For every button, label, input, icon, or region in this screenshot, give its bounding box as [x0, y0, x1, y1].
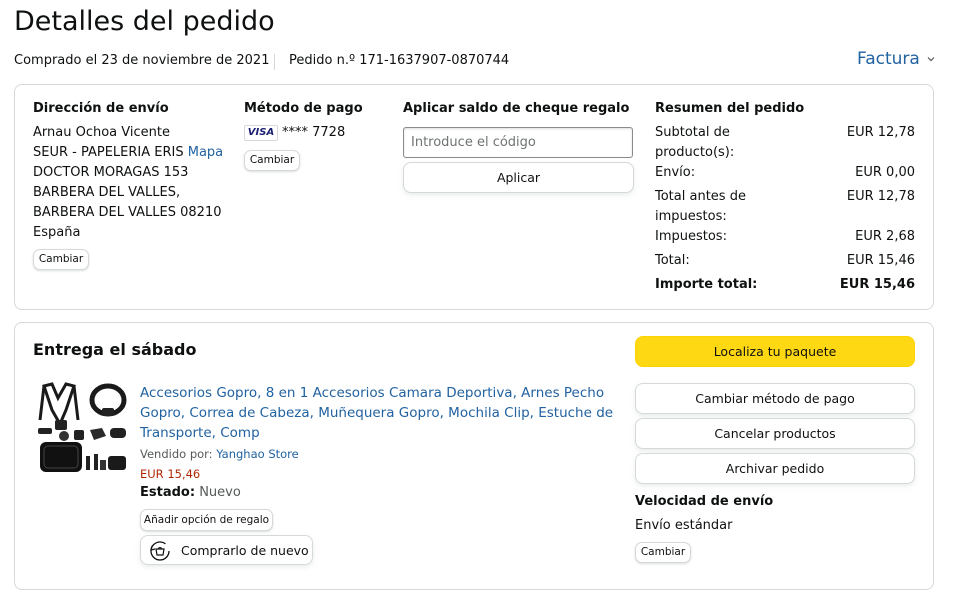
product-title-line3[interactable]: Transporte, Comp — [140, 423, 260, 443]
apply-gift-card-button[interactable]: Aplicar — [403, 162, 634, 193]
shipping-speed-heading: Velocidad de envío — [635, 494, 774, 509]
condition: Estado: Nuevo — [140, 483, 241, 503]
visa-icon: VISA — [244, 125, 278, 141]
page-title: Detalles del pedido — [14, 6, 275, 37]
buy-again-icon — [150, 541, 170, 561]
product-title-line2[interactable]: Gopro, Correa de Cabeza, Muñequera Gopro… — [140, 403, 613, 423]
gift-card-code-input[interactable] — [403, 127, 633, 158]
sold-by: Vendido por: Yanghao Store — [140, 444, 299, 464]
shipping-speed-value: Envío estándar — [635, 518, 733, 533]
shipping-country: España — [33, 225, 81, 240]
shipping-cost-value: EUR 0,00 — [855, 165, 915, 180]
gift-card-heading: Aplicar saldo de cheque regalo — [403, 101, 630, 116]
grand-total-value: EUR 15,46 — [839, 277, 915, 292]
divider — [274, 54, 275, 70]
subtotal-label: Subtotal de — [655, 125, 730, 140]
condition-label: Estado: — [140, 485, 196, 500]
add-gift-option-button[interactable]: Añadir opción de regalo — [140, 509, 273, 531]
payment-heading: Método de pago — [244, 101, 363, 116]
chevron-down-icon[interactable] — [927, 55, 935, 63]
total-label: Total: — [655, 253, 690, 268]
subtotal-label-cont: producto(s): — [655, 145, 735, 160]
change-shipping-speed-button[interactable]: Cambiar — [635, 542, 691, 563]
purchase-date: Comprado el 23 de noviembre de 2021 — [14, 53, 270, 68]
subtotal-value: EUR 12,78 — [846, 125, 915, 140]
grand-total-label: Importe total: — [655, 277, 758, 292]
change-address-button[interactable]: Cambiar — [33, 249, 89, 270]
tax-label: Impuestos: — [655, 229, 727, 244]
product-price: EUR 15,46 — [140, 467, 201, 481]
shipping-cost-label: Envío: — [655, 165, 696, 180]
shipping-line3: BARBERA DEL VALLES, — [33, 185, 181, 200]
pretax-label-cont: impuestos: — [655, 209, 727, 224]
change-payment-button[interactable]: Cambiar — [244, 150, 300, 171]
track-package-button[interactable]: Localiza tu paquete — [635, 336, 915, 367]
condition-value: Nuevo — [199, 485, 241, 500]
cancel-items-button[interactable]: Cancelar productos — [635, 418, 915, 449]
tax-value: EUR 2,68 — [855, 229, 915, 244]
product-title-line1[interactable]: Accesorios Gopro, 8 en 1 Accesorios Cama… — [140, 383, 604, 403]
map-link[interactable]: Mapa — [188, 145, 223, 160]
shipping-line1: SEUR - PAPELERIA ERIS Mapa — [33, 143, 223, 163]
invoice-dropdown[interactable]: Factura — [857, 49, 920, 69]
sold-by-label: Vendido por: — [140, 447, 213, 461]
shipping-name: Arnau Ochoa Vicente — [33, 125, 170, 140]
pretax-label: Total antes de — [655, 189, 746, 204]
delivery-heading: Entrega el sábado — [33, 340, 197, 359]
buy-again-label: Comprarlo de nuevo — [181, 543, 309, 558]
card-number: **** 7728 — [282, 125, 346, 140]
buy-again-button[interactable]: Comprarlo de nuevo — [140, 535, 313, 565]
shipping-line1-text: SEUR - PAPELERIA ERIS — [33, 145, 184, 160]
shipping-line4: BARBERA DEL VALLES 08210 — [33, 205, 222, 220]
archive-order-button[interactable]: Archivar pedido — [635, 453, 915, 484]
order-number: Pedido n.º 171-1637907-0870744 — [289, 53, 510, 68]
shipping-heading: Dirección de envío — [33, 101, 169, 116]
shipping-line2: DOCTOR MORAGAS 153 — [33, 165, 189, 180]
change-payment-method-button[interactable]: Cambiar método de pago — [635, 383, 915, 414]
pretax-value: EUR 12,78 — [846, 189, 915, 204]
seller-link[interactable]: Yanghao Store — [216, 447, 299, 461]
total-value: EUR 15,46 — [846, 253, 915, 268]
summary-heading: Resumen del pedido — [655, 101, 805, 116]
product-image[interactable] — [36, 380, 130, 476]
